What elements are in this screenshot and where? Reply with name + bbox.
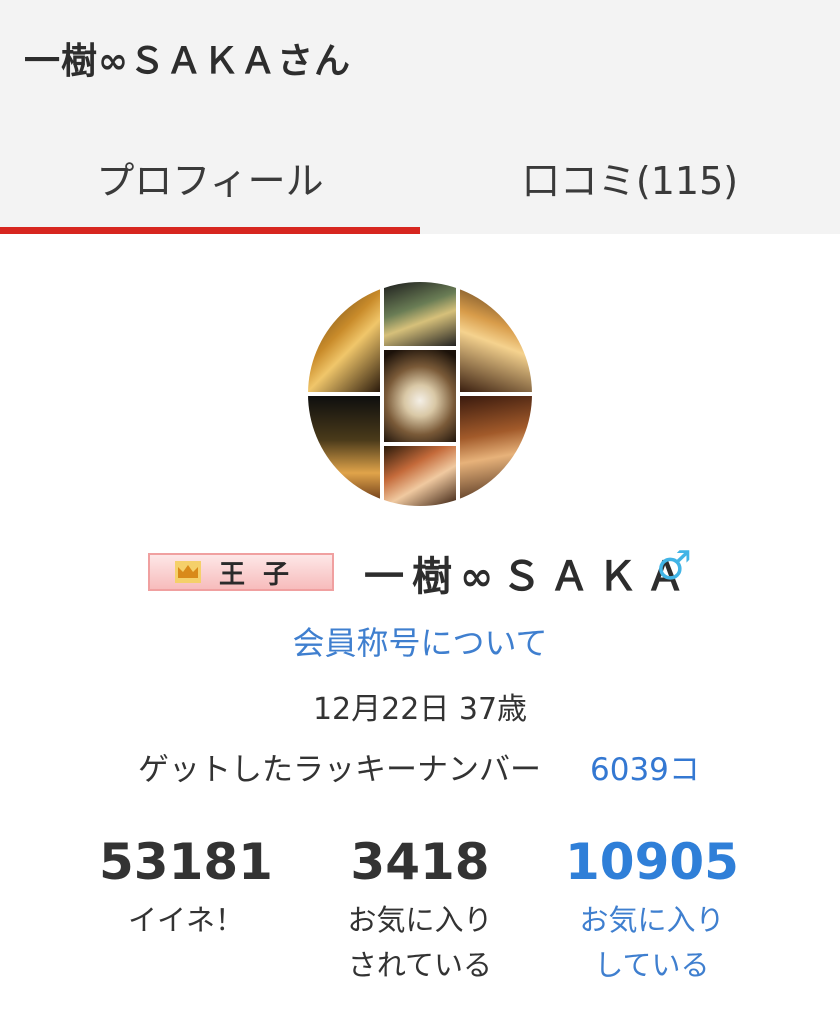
avatar-tile — [460, 282, 532, 392]
avatar-tile — [308, 282, 380, 392]
page-title: 一樹∞ＳＡＫＡさん — [24, 41, 351, 82]
tab-bar: プロフィール 口コミ(115) — [0, 120, 840, 234]
avatar-tile — [308, 396, 380, 506]
likes-count: 53181 — [99, 833, 273, 891]
username: 一樹∞ＳＡＫＡ — [364, 554, 694, 600]
avatar-tile — [460, 396, 532, 506]
favorited-by-label-line2: されている — [347, 947, 493, 982]
stat-favorited-by: 3418 お気に入り されている — [290, 835, 550, 988]
avatar-tile — [384, 282, 456, 346]
favorites-label-line1[interactable]: お気に入り — [522, 898, 782, 943]
stat-likes: 53181 イイネ！ — [56, 835, 316, 943]
app-header: 一樹∞ＳＡＫＡさん — [0, 0, 840, 120]
avatar-tile — [384, 446, 456, 506]
stat-favorites[interactable]: 10905 お気に入り している — [522, 835, 782, 988]
favorited-by-count: 3418 — [350, 833, 490, 891]
avatar[interactable] — [308, 282, 532, 506]
rank-badge-label: 王子 — [218, 559, 307, 590]
avatar-tile — [384, 350, 456, 442]
member-title-link[interactable]: 会員称号について — [0, 618, 840, 664]
male-gender-icon: ♂ — [656, 543, 692, 589]
crown-icon — [174, 561, 201, 583]
lucky-number-label: ゲットしたラッキーナンバー — [138, 752, 541, 788]
active-tab-indicator — [0, 227, 420, 234]
birthday-age: 12月22日 37歳 — [312, 692, 528, 727]
favorited-by-label-line1: お気に入り — [347, 903, 493, 937]
favorites-label-line2[interactable]: している — [522, 943, 782, 988]
tab-reviews[interactable]: 口コミ(115) — [420, 120, 840, 234]
rank-badge: 王子 — [148, 553, 334, 591]
tab-profile[interactable]: プロフィール — [0, 120, 420, 234]
lucky-number-value[interactable]: 6039コ — [590, 744, 700, 789]
favorites-count[interactable]: 10905 — [522, 835, 782, 890]
likes-label: イイネ！ — [127, 903, 244, 937]
